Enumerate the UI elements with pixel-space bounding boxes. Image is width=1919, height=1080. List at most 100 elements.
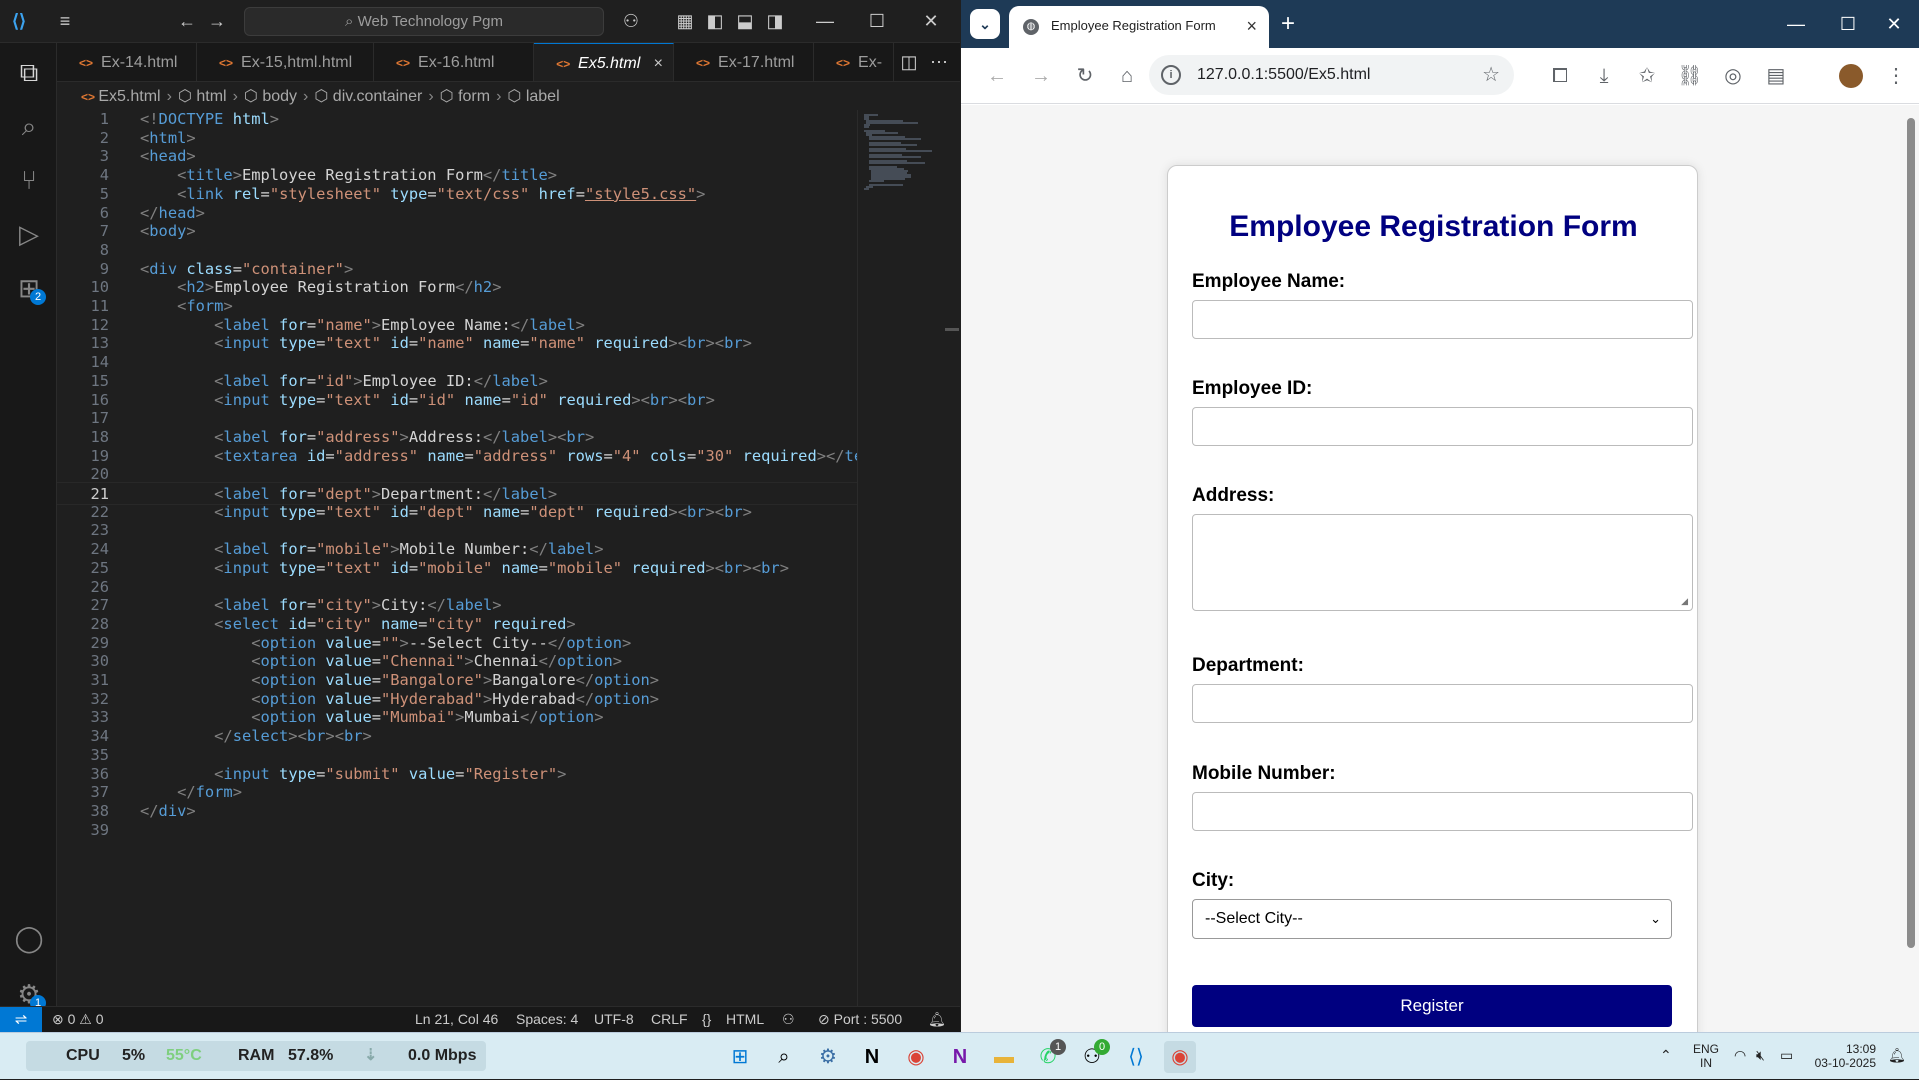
browser-tab[interactable]: ◍ Employee Registration Form × xyxy=(1009,6,1269,48)
page-scrollbar[interactable] xyxy=(1903,105,1919,1032)
remote-indicator-icon[interactable]: ⇌ xyxy=(0,1007,42,1033)
extensions-icon[interactable]: ⊞ 2 xyxy=(8,267,50,309)
toggle-sidebar-icon[interactable]: ◧ xyxy=(702,10,728,32)
close-window-icon[interactable]: ✕ xyxy=(1879,10,1909,38)
notion-icon[interactable]: N xyxy=(856,1041,888,1073)
register-button[interactable]: Register xyxy=(1192,985,1672,1027)
copilot-app-icon[interactable]: ⚇ 0 xyxy=(1076,1039,1110,1073)
resize-handle-icon[interactable]: ◢ xyxy=(1681,596,1688,607)
minimize-icon[interactable]: — xyxy=(812,10,838,32)
url-text[interactable]: 127.0.0.1:5500/Ex5.html xyxy=(1197,55,1370,95)
editor-scrollbar[interactable] xyxy=(945,328,959,331)
forward-arrow-icon[interactable]: → xyxy=(204,10,230,32)
copilot-icon[interactable]: ⚇ xyxy=(618,10,644,32)
settings-gear-icon[interactable]: ⚙ xyxy=(812,1041,844,1073)
tab-search-chevron-icon[interactable]: ⌄ xyxy=(970,9,1000,39)
profile-avatar[interactable] xyxy=(1839,64,1863,88)
breadcrumb-item[interactable]: body xyxy=(262,88,297,105)
chrome-active-icon[interactable]: ◉ xyxy=(1164,1041,1196,1073)
tab-ex-14[interactable]: <> Ex-14.html xyxy=(57,43,197,81)
live-server-port[interactable]: ⊘ Port : 5500 xyxy=(818,1007,902,1032)
notifications-bell-icon[interactable]: 🔔︎ xyxy=(928,1007,946,1032)
performance-widget[interactable]: CPU 5% 55°C RAM 57.8% ⇣ 0.0 Mbps xyxy=(26,1041,486,1071)
close-tab-icon[interactable]: × xyxy=(654,44,663,81)
cursor-position[interactable]: Ln 21, Col 46 xyxy=(415,1007,498,1032)
maximize-icon[interactable]: ☐ xyxy=(864,10,890,32)
reload-icon[interactable]: ↻ xyxy=(1071,62,1099,90)
run-debug-icon[interactable]: ▷ xyxy=(8,213,50,255)
chevron-up-icon[interactable]: ⌃ xyxy=(1660,1047,1672,1064)
language-indicator[interactable]: ENG IN xyxy=(1693,1042,1719,1070)
breadcrumb-item[interactable]: Ex5.html xyxy=(98,88,160,105)
tab-ex-15[interactable]: <> Ex-15,html.html xyxy=(197,43,374,81)
tab-ex-16[interactable]: <> Ex-16.html xyxy=(374,43,534,81)
address-bar[interactable]: i 127.0.0.1:5500/Ex5.html ☆ xyxy=(1149,55,1514,95)
accounts-icon[interactable]: ◯ xyxy=(8,917,50,959)
customize-layout-icon[interactable]: ▦ xyxy=(672,10,698,32)
tab-overflow[interactable]: <> Ex- xyxy=(814,43,894,81)
clock[interactable]: 13:09 03-10-2025 xyxy=(1806,1042,1876,1070)
search-view-icon[interactable]: ⌕ xyxy=(8,105,50,147)
tab-ex-17[interactable]: <> Ex-17.html xyxy=(674,43,814,81)
employee-id-input[interactable] xyxy=(1192,407,1693,446)
search-icon[interactable]: ⌕ xyxy=(768,1041,800,1073)
minimize-icon[interactable]: — xyxy=(1781,10,1811,38)
form-heading: Employee Registration Form xyxy=(1229,210,1638,243)
vscode-taskbar-icon[interactable]: ⟨⟩ xyxy=(1120,1041,1152,1073)
end-of-line[interactable]: CRLF xyxy=(651,1007,688,1032)
breadcrumb-item[interactable]: html xyxy=(196,88,226,105)
bookmark-star-icon[interactable]: ☆ xyxy=(1482,55,1500,95)
code-line[interactable]: 39 xyxy=(57,819,857,842)
close-tab-icon[interactable]: × xyxy=(1246,6,1257,46)
close-window-icon[interactable]: ✕ xyxy=(918,10,944,32)
browser-menu-icon[interactable]: ⋮ xyxy=(1882,62,1910,90)
maximize-icon[interactable]: ☐ xyxy=(1833,10,1863,38)
department-input[interactable] xyxy=(1192,684,1693,723)
language-mode[interactable]: HTML xyxy=(726,1007,764,1032)
file-explorer-icon[interactable]: ▬ xyxy=(988,1041,1020,1073)
back-arrow-icon[interactable]: ← xyxy=(174,10,200,32)
link-icon[interactable]: ⛓ xyxy=(1676,62,1704,90)
wifi-icon[interactable]: ◠ xyxy=(1734,1047,1746,1064)
explorer-icon[interactable]: ⧉ xyxy=(8,51,50,93)
tab-ex5[interactable]: <> Ex5.html × xyxy=(534,43,674,81)
breadcrumb-item[interactable]: div.container xyxy=(333,88,423,105)
source-control-icon[interactable]: ⑂ xyxy=(8,159,50,201)
page-scrollbar-thumb[interactable] xyxy=(1907,118,1915,948)
extensions-puzzle-icon[interactable]: ⧠ xyxy=(1546,62,1574,90)
city-select[interactable]: --Select City-- ⌄ xyxy=(1192,899,1672,939)
battery-icon[interactable]: ▭ xyxy=(1780,1047,1793,1064)
favorites-icon[interactable]: ✩ xyxy=(1633,62,1661,90)
encoding[interactable]: UTF-8 xyxy=(594,1007,634,1032)
download-icon[interactable]: ⤓ xyxy=(1590,62,1618,90)
minimap[interactable] xyxy=(857,110,945,1006)
onenote-icon[interactable]: N xyxy=(944,1041,976,1073)
start-windows-icon[interactable]: ⊞ xyxy=(724,1041,756,1073)
command-center-search[interactable]: ⌕ Web Technology Pgm xyxy=(244,7,604,36)
toggle-panel-icon[interactable]: ⬓ xyxy=(732,10,758,32)
chrome-icon[interactable]: ◉ xyxy=(900,1041,932,1073)
address-textarea[interactable]: ◢ xyxy=(1192,514,1693,611)
site-info-icon[interactable]: i xyxy=(1161,65,1181,85)
back-arrow-icon[interactable]: ← xyxy=(983,62,1011,90)
breadcrumb-item[interactable]: form xyxy=(458,88,490,105)
more-actions-icon[interactable]: ⋯ xyxy=(926,51,952,73)
whatsapp-icon[interactable]: ✆ 1 xyxy=(1032,1039,1066,1073)
volume-muted-icon[interactable]: 🔇︎ xyxy=(1756,1047,1765,1064)
copilot-status-icon[interactable]: ⚇ xyxy=(782,1007,795,1032)
home-icon[interactable]: ⌂ xyxy=(1113,62,1141,90)
toggle-secondary-sidebar-icon[interactable]: ◨ xyxy=(762,10,788,32)
tab-groups-icon[interactable]: ▤ xyxy=(1762,62,1790,90)
problems-indicator[interactable]: ⊗ 0 ⚠ 0 xyxy=(52,1007,104,1032)
mobile-number-input[interactable] xyxy=(1192,792,1693,831)
code-editor[interactable]: 1 <!DOCTYPE html> 2 <html> 3 <head> 4 <title>E… xyxy=(57,110,857,1006)
notification-icon[interactable]: 🔔︎ xyxy=(1888,1047,1906,1064)
new-tab-plus-icon[interactable]: + xyxy=(1281,10,1295,38)
menu-icon[interactable]: ≡ xyxy=(52,10,78,32)
indentation[interactable]: Spaces: 4 xyxy=(516,1007,578,1032)
split-editor-icon[interactable]: ◫ xyxy=(896,51,922,73)
forward-arrow-icon[interactable]: → xyxy=(1027,62,1055,90)
screenshot-icon[interactable]: ◎ xyxy=(1719,62,1747,90)
breadcrumb-item[interactable]: label xyxy=(526,88,560,105)
employee-name-input[interactable] xyxy=(1192,300,1693,339)
